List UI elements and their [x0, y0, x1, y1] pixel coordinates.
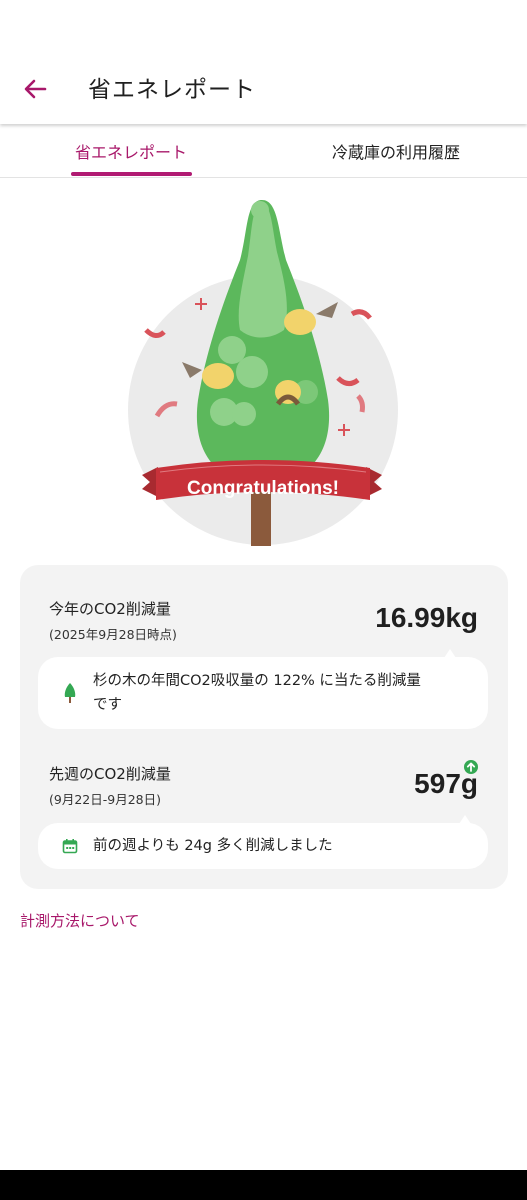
- weekly-comparison-bubble: 前の週よりも 24g 多く削減しました: [38, 815, 488, 869]
- bubble-pointer-icon: [442, 649, 458, 661]
- weekly-reduction-label: 先週のCO2削減量: [49, 765, 171, 783]
- calendar-icon: [62, 839, 78, 854]
- yearly-comparison-bubble: 杉の木の年間CO2吸収量の 122% に当たる削減量 です: [38, 649, 488, 729]
- weekly-comparison-text: 前の週よりも 24g 多く削減しました: [93, 838, 333, 854]
- measurement-method-link[interactable]: 計測方法について: [20, 910, 140, 931]
- tab-energy-report[interactable]: 省エネレポート: [66, 124, 196, 178]
- yearly-reduction-value: 16.99kg: [375, 602, 478, 633]
- tree-illustration: Congratulations!: [128, 200, 398, 546]
- back-button[interactable]: [18, 72, 52, 106]
- weekly-date-range: (9月22日-9月28日): [49, 792, 161, 807]
- tab-fridge-history[interactable]: 冷蔵庫の利用履歴: [318, 124, 474, 178]
- system-navigation-bar: [0, 1170, 527, 1200]
- congratulations-illustration: Congratulations!: [120, 190, 410, 550]
- yearly-date-note: (2025年9月28日時点): [49, 627, 177, 642]
- congratulations-banner-text: Congratulations!: [187, 478, 339, 499]
- tab-indicator: [71, 172, 192, 176]
- page-title: 省エネレポート: [88, 77, 256, 103]
- yearly-comparison-line2: です: [93, 697, 122, 713]
- co2-summary-card: 今年のCO2削減量 (2025年9月28日時点) 16.99kg 杉の木の年間C…: [20, 565, 508, 889]
- back-arrow-icon: [24, 79, 47, 99]
- bubble-pointer-icon: [457, 815, 473, 827]
- tree-icon: [64, 683, 76, 703]
- trend-up-icon: [464, 760, 478, 774]
- yearly-reduction-label: 今年のCO2削減量: [49, 600, 171, 618]
- app-bar: 省エネレポート: [0, 0, 527, 124]
- tab-bar: 省エネレポート 冷蔵庫の利用履歴: [0, 124, 527, 178]
- yearly-comparison-line1: 杉の木の年間CO2吸収量の 122% に当たる削減量: [93, 673, 421, 689]
